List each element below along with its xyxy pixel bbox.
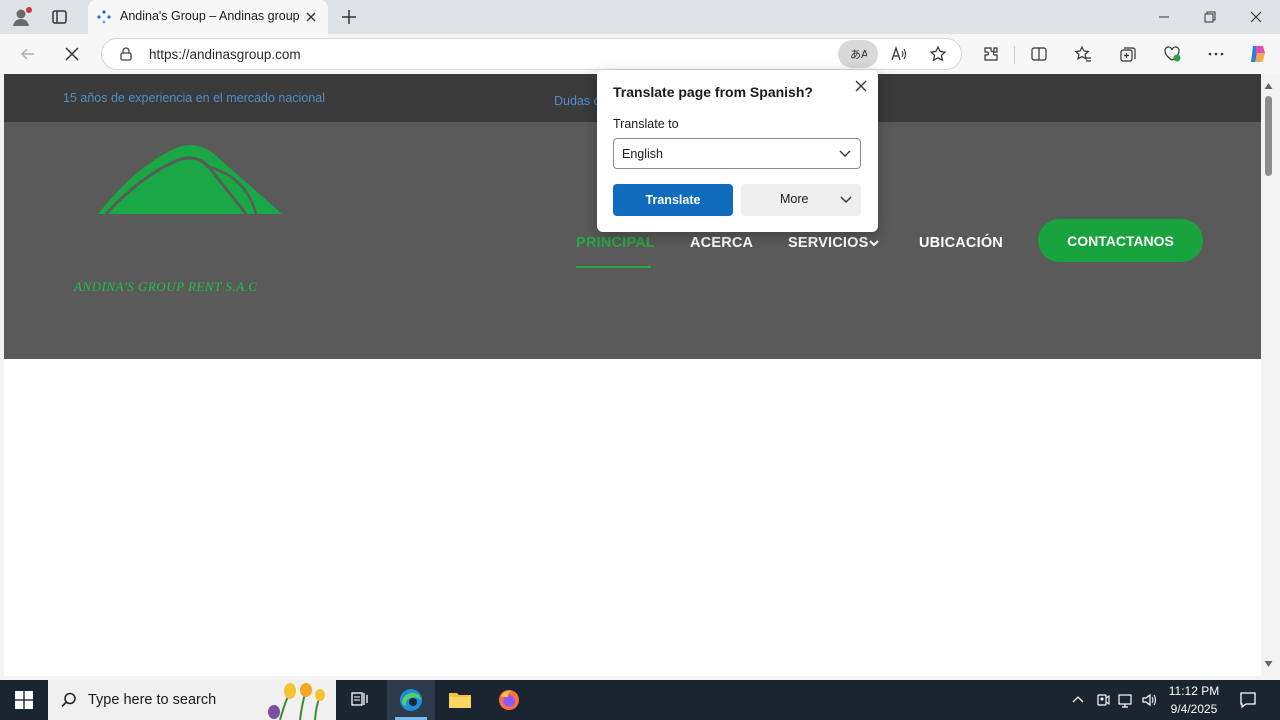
read-aloud-icon[interactable] — [878, 40, 918, 68]
copilot-icon[interactable] — [1242, 38, 1274, 70]
taskbar-search[interactable]: Type here to search — [48, 680, 336, 720]
tab-actions-icon[interactable] — [50, 8, 70, 26]
search-placeholder: Type here to search — [88, 692, 217, 708]
contact-button[interactable]: CONTACTANOS — [1038, 219, 1203, 262]
edge-taskbar-icon[interactable] — [387, 680, 435, 720]
firefox-icon[interactable] — [485, 680, 533, 720]
split-screen-icon[interactable] — [1023, 38, 1055, 70]
translate-icon[interactable]: あA — [838, 40, 878, 68]
chevron-down-icon — [838, 148, 852, 160]
translate-popup-title: Translate page from Spanish? — [613, 84, 813, 100]
language-select[interactable]: English — [613, 138, 861, 169]
new-tab-icon[interactable] — [338, 6, 360, 28]
translate-to-label: Translate to — [613, 117, 679, 131]
task-view-icon[interactable] — [336, 680, 384, 720]
scroll-up-icon[interactable] — [1264, 82, 1273, 90]
minimize-icon — [1159, 16, 1169, 18]
more-button[interactable]: More — [741, 184, 861, 216]
close-icon[interactable] — [302, 8, 320, 26]
restore-button[interactable] — [1187, 0, 1233, 34]
scroll-down-icon[interactable] — [1264, 660, 1273, 668]
more-options-icon[interactable] — [1200, 38, 1232, 70]
back-icon[interactable] — [12, 38, 44, 70]
favorites-icon[interactable] — [1067, 38, 1099, 70]
nav-acerca[interactable]: ACERCA — [690, 235, 753, 251]
chevron-down-icon — [868, 237, 880, 249]
more-button-label: More — [780, 192, 809, 206]
clock-time[interactable]: 11:12 PM — [1164, 684, 1224, 698]
flowers-decoration-icon — [260, 682, 336, 720]
translate-popup: Translate page from Spanish? Translate t… — [597, 70, 878, 232]
search-icon — [60, 691, 78, 709]
notifications-icon[interactable] — [1238, 690, 1258, 710]
window-close-button[interactable] — [1233, 0, 1279, 34]
svg-text:あA: あA — [850, 48, 867, 61]
address-bar[interactable]: https://andinasgroup.com あA — [101, 38, 962, 70]
browser-essentials-icon[interactable] — [1156, 38, 1188, 70]
nav-ubicacion[interactable]: UBICACIÓN — [919, 235, 1003, 251]
scroll-thumb[interactable] — [1265, 96, 1272, 176]
file-explorer-icon[interactable] — [436, 680, 484, 720]
selected-language: English — [622, 147, 663, 161]
minimize-button[interactable] — [1141, 0, 1187, 34]
stop-loading-icon[interactable] — [56, 38, 88, 70]
browser-toolbar: https://andinasgroup.com あA — [0, 34, 1280, 74]
tab-strip: Andina's Group – Andinas group. — [0, 0, 1280, 34]
tab-title: Andina's Group – Andinas group. — [120, 9, 300, 23]
active-tab[interactable]: Andina's Group – Andinas group. — [88, 0, 328, 34]
chevron-down-icon — [839, 194, 853, 206]
volume-icon[interactable] — [1141, 691, 1159, 709]
translate-button[interactable]: Translate — [613, 184, 733, 216]
lock-icon[interactable] — [118, 46, 134, 62]
chevron-up-icon[interactable] — [1070, 692, 1086, 708]
loading-icon — [96, 9, 112, 25]
nav-active-underline — [576, 266, 651, 268]
nav-servicios[interactable]: SERVICIOS — [788, 235, 869, 251]
network-icon[interactable] — [1117, 691, 1135, 709]
collections-icon[interactable] — [1112, 38, 1144, 70]
experience-text: 15 años de experiencia en el mercado nac… — [63, 91, 325, 105]
meet-now-icon[interactable] — [1094, 691, 1112, 709]
nav-principal[interactable]: PRINCIPAL — [576, 235, 655, 251]
close-icon — [1250, 11, 1262, 23]
toolbar-divider — [1014, 46, 1015, 64]
url-text[interactable]: https://andinasgroup.com — [149, 47, 301, 62]
windows-start-icon[interactable] — [0, 680, 48, 720]
profile-icon[interactable] — [10, 6, 34, 28]
clock-date[interactable]: 9/4/2025 — [1164, 702, 1224, 716]
close-icon[interactable] — [851, 76, 871, 96]
favorite-star-icon[interactable] — [918, 40, 958, 68]
page-scrollbar[interactable] — [1261, 74, 1276, 676]
windows-taskbar: Type here to search 11:12 PM 9/4/2025 — [0, 680, 1280, 720]
questions-text: Dudas o — [554, 94, 601, 108]
restore-icon — [1204, 11, 1216, 23]
logo-text[interactable]: ANDINA'S GROUP RENT S.A.C — [74, 279, 257, 295]
logo-mountain-icon[interactable] — [96, 136, 286, 216]
extensions-icon[interactable] — [975, 38, 1007, 70]
